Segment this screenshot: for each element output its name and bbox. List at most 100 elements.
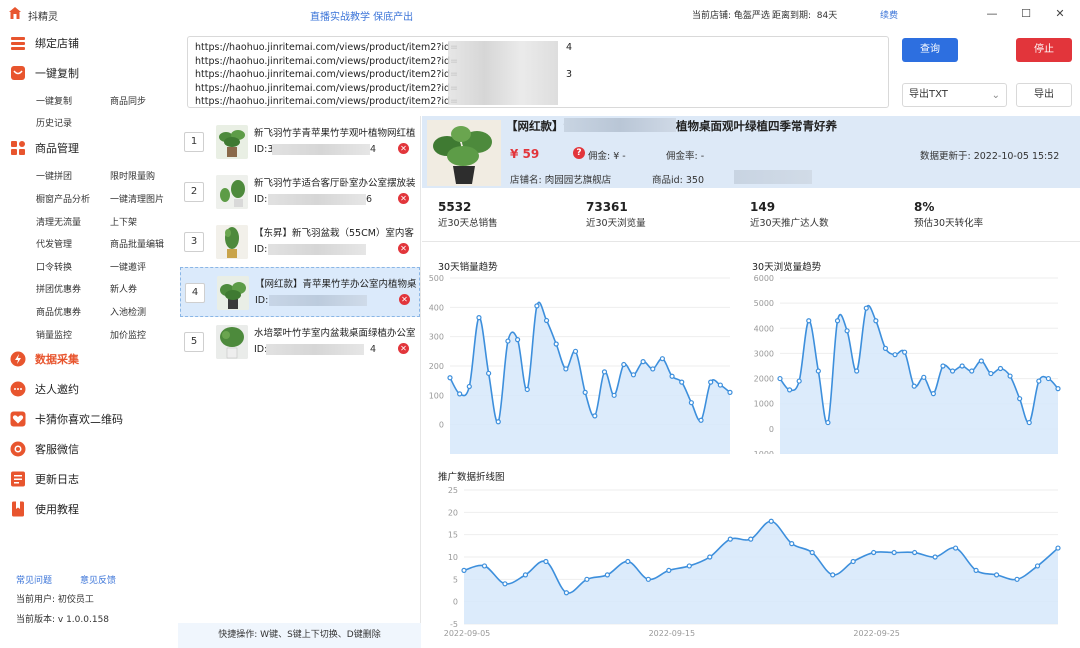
data-point[interactable] (563, 366, 569, 372)
delete-icon[interactable]: ✕ (398, 193, 409, 204)
data-point[interactable] (789, 540, 795, 547)
sub-newbie-coupon[interactable]: 新人券 (110, 282, 137, 295)
nav-tutorial[interactable]: 使用教程 (10, 500, 79, 518)
question-icon[interactable]: ? (573, 147, 585, 159)
sub-history[interactable]: 历史记录 (36, 116, 72, 129)
data-point[interactable] (466, 383, 472, 390)
data-point[interactable] (777, 375, 783, 382)
data-point[interactable] (921, 374, 927, 380)
export-button[interactable]: 导出 (1016, 83, 1072, 107)
sub-price-monitor[interactable]: 加价监控 (110, 328, 146, 341)
data-point[interactable] (850, 558, 856, 565)
data-point[interactable] (815, 368, 821, 374)
data-point[interactable] (486, 370, 492, 376)
data-point[interactable] (611, 392, 617, 398)
nav-update-log[interactable]: 更新日志 (10, 470, 79, 488)
data-point[interactable] (584, 576, 590, 582)
data-point[interactable] (645, 576, 651, 582)
data-point[interactable] (514, 336, 521, 343)
data-point[interactable] (601, 369, 608, 375)
query-button[interactable]: 查询 (902, 38, 958, 62)
data-point[interactable] (727, 389, 733, 396)
data-point[interactable] (932, 554, 938, 560)
data-point[interactable] (563, 590, 570, 596)
data-point[interactable] (748, 536, 754, 542)
data-point[interactable] (659, 356, 666, 362)
data-point[interactable] (688, 400, 694, 406)
data-point[interactable] (502, 581, 508, 587)
nav-service-wechat[interactable]: 客服微信 (10, 440, 79, 458)
data-point[interactable] (476, 314, 482, 321)
sub-invite-review[interactable]: 一键邀评 (110, 260, 146, 273)
data-point[interactable] (796, 378, 802, 384)
data-point[interactable] (534, 303, 540, 309)
minimize-button[interactable]: — (984, 6, 1000, 22)
data-point[interactable] (1045, 375, 1052, 382)
nav-bind-shop[interactable]: 绑定店铺 (10, 34, 79, 52)
data-point[interactable] (768, 518, 774, 524)
nav-data-collect[interactable]: 数据采集 (10, 350, 79, 368)
list-item[interactable]: 3 【东昇】新飞羽盆栽（55CM）室内客 ID:3 ✕ (180, 217, 420, 267)
data-point[interactable] (1007, 373, 1013, 379)
data-point[interactable] (447, 375, 453, 381)
url-input[interactable]: https://haohuo.jinritemai.com/views/prod… (187, 36, 889, 108)
data-point[interactable] (461, 567, 467, 574)
data-point[interactable] (650, 366, 656, 372)
data-point[interactable] (809, 549, 815, 556)
sub-pool-check[interactable]: 入池检测 (110, 305, 146, 318)
delete-icon[interactable]: ✕ (399, 294, 410, 305)
data-point[interactable] (825, 419, 831, 426)
close-button[interactable]: ✕ (1052, 6, 1068, 22)
data-point[interactable] (863, 305, 869, 311)
data-point[interactable] (630, 372, 637, 378)
sub-code-convert[interactable]: 口令转换 (36, 260, 72, 273)
data-point[interactable] (495, 419, 501, 425)
nav-one-click-copy[interactable]: 一键复制 (10, 64, 79, 82)
data-point[interactable] (978, 358, 984, 364)
data-point[interactable] (553, 341, 559, 347)
sub-clean-images[interactable]: 一键清理图片 (110, 192, 164, 205)
data-point[interactable] (1014, 576, 1020, 582)
nav-product-manage[interactable]: 商品管理 (10, 139, 79, 157)
data-point[interactable] (582, 389, 588, 396)
data-point[interactable] (640, 358, 646, 365)
maximize-button[interactable]: ☐ (1018, 6, 1034, 22)
data-point[interactable] (522, 572, 529, 578)
promo-link[interactable]: 直播实战教学 保底产出 (310, 8, 413, 23)
list-item[interactable]: 1 新飞羽竹芋青苹果竹芋观叶植物网红植 ID:35 4 ✕ (180, 117, 420, 167)
data-point[interactable] (844, 328, 850, 334)
data-point[interactable] (892, 352, 898, 358)
data-point[interactable] (1036, 378, 1042, 384)
data-point[interactable] (505, 338, 511, 344)
sub-flash-sale[interactable]: 限时限量购 (110, 169, 155, 182)
data-point[interactable] (543, 558, 549, 565)
delete-icon[interactable]: ✕ (398, 343, 409, 354)
feedback-link[interactable]: 意见反馈 (80, 573, 116, 586)
data-point[interactable] (621, 361, 627, 368)
sub-product-coupon[interactable]: 商品优惠券 (36, 305, 81, 318)
data-point[interactable] (543, 317, 550, 324)
data-point[interactable] (891, 549, 897, 556)
sub-dropship[interactable]: 代发管理 (36, 237, 72, 250)
data-point[interactable] (524, 386, 530, 393)
data-point[interactable] (834, 318, 841, 324)
data-point[interactable] (708, 379, 714, 385)
data-point[interactable] (1055, 386, 1061, 392)
stop-button[interactable]: 停止 (1016, 38, 1072, 62)
data-point[interactable] (592, 413, 598, 419)
data-point[interactable] (1017, 396, 1023, 402)
data-point[interactable] (1034, 563, 1041, 569)
sub-copy[interactable]: 一键复制 (36, 94, 72, 107)
delete-icon[interactable]: ✕ (398, 243, 409, 254)
data-point[interactable] (973, 567, 979, 574)
data-point[interactable] (1026, 419, 1032, 426)
data-point[interactable] (871, 549, 877, 556)
sub-sales-monitor[interactable]: 销量监控 (36, 328, 72, 341)
list-item-selected[interactable]: 4 【网红款】青苹果竹芋办公室内植物桌 ID:3 ✕ (180, 267, 420, 317)
data-point[interactable] (457, 391, 463, 397)
data-point[interactable] (686, 563, 692, 569)
data-point[interactable] (669, 373, 675, 379)
export-format-select[interactable]: 导出TXT ⌄ (902, 83, 1007, 107)
data-point[interactable] (698, 417, 704, 423)
data-point[interactable] (912, 549, 918, 556)
